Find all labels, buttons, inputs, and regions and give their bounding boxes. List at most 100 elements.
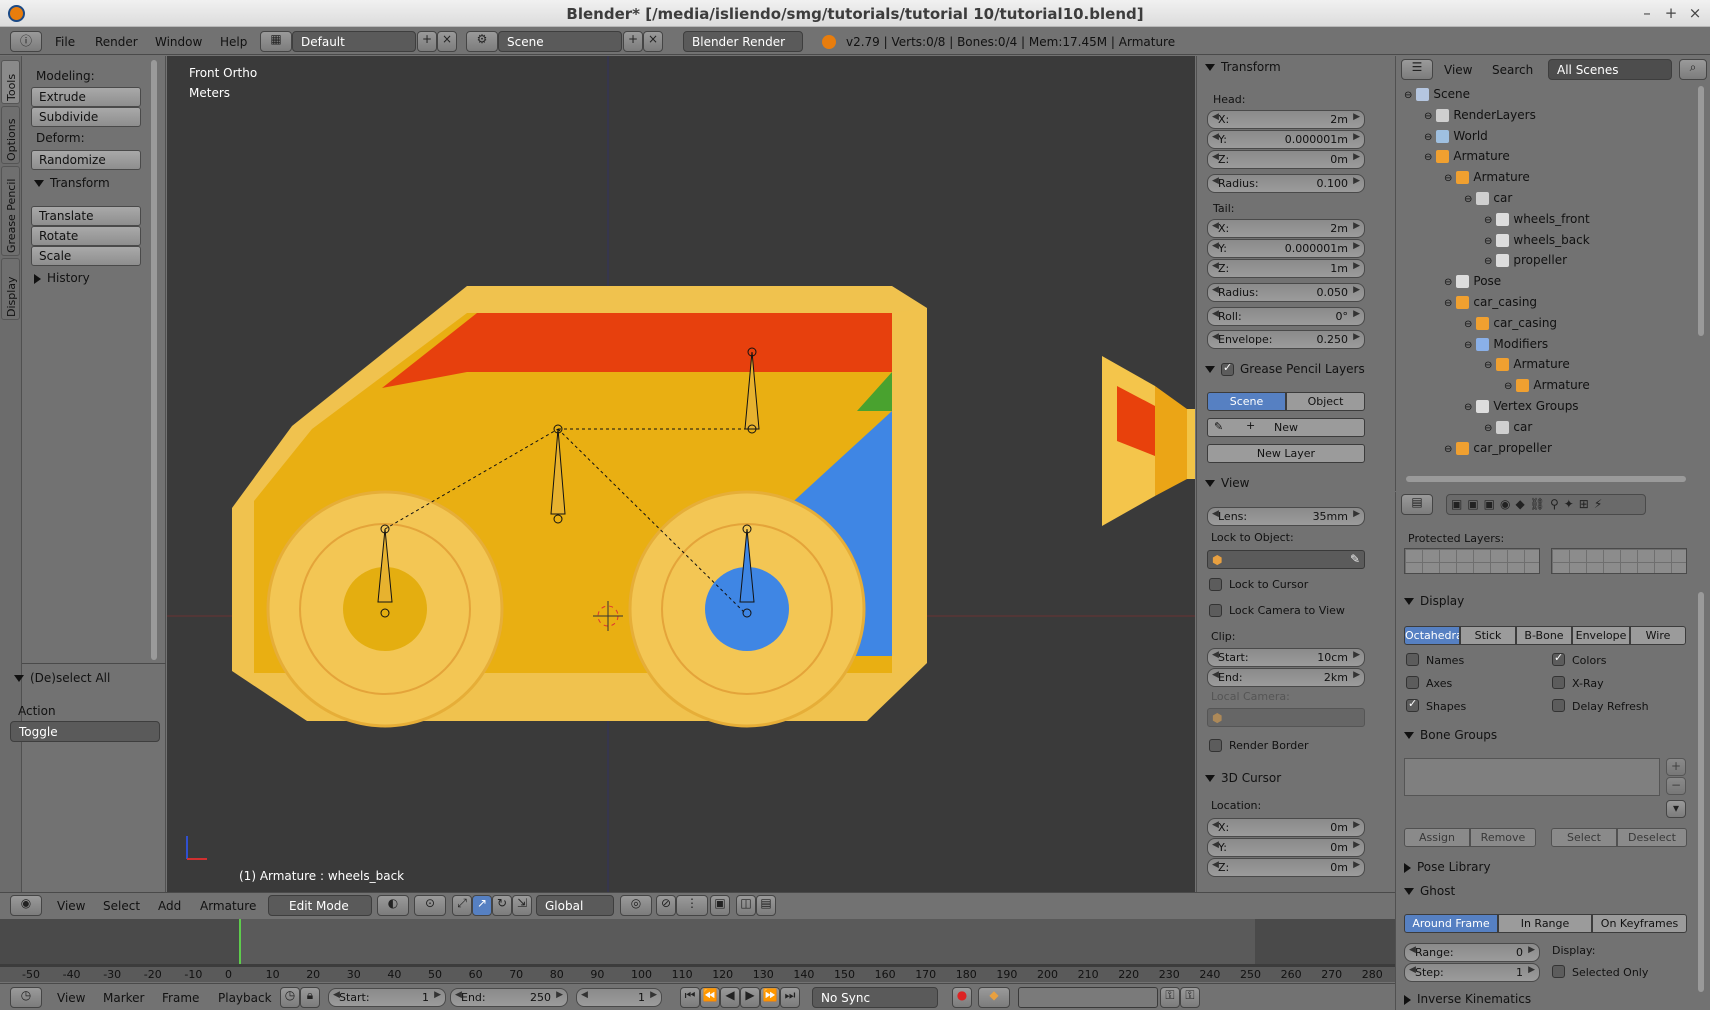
outliner-item[interactable]: ⊖ Armature — [1504, 378, 1590, 393]
deselect-all-panel-header[interactable]: (De)select All — [14, 671, 110, 685]
expand-toggle-icon[interactable]: ⊖ — [1444, 277, 1452, 288]
mode-select[interactable]: Edit Mode — [268, 895, 372, 916]
outliner-item[interactable]: ⊖ car_casing — [1444, 295, 1537, 309]
outliner-search-icon[interactable]: ⌕ — [1679, 59, 1707, 80]
scale-button[interactable]: Scale — [31, 246, 141, 266]
remove-button[interactable]: Remove — [1470, 828, 1536, 847]
cursor-y-field[interactable]: ◀ Y: 0m ▶ — [1207, 838, 1365, 857]
viewport-shading-icon[interactable]: ◐ — [377, 895, 409, 916]
cursor-x-field[interactable]: ◀ X: 0m ▶ — [1207, 818, 1365, 837]
outliner-item[interactable]: ⊖ Scene — [1404, 87, 1470, 101]
3d-view-editor-type-icon[interactable]: ◉ — [10, 895, 42, 916]
lock-camera-checkbox[interactable] — [1209, 604, 1222, 617]
transform-orientation-select[interactable]: Global — [536, 895, 614, 916]
jump-start-icon[interactable]: ⏮ — [680, 987, 700, 1008]
timeline-editor-type-icon[interactable]: ◷ — [10, 987, 42, 1008]
tab-grease-pencil[interactable]: Grease Pencil — [1, 166, 20, 256]
expand-toggle-icon[interactable]: ⊖ — [1464, 402, 1472, 413]
tail-x-field[interactable]: ◀ X: 2m ▶ — [1207, 219, 1365, 238]
expand-toggle-icon[interactable]: ⊖ — [1464, 319, 1472, 330]
gp-new-button[interactable]: ✎ + New — [1207, 418, 1365, 437]
tail-radius-field[interactable]: ◀ Radius: 0.050 ▶ — [1207, 283, 1365, 302]
tail-z-field[interactable]: ◀ Z: 1m ▶ — [1207, 259, 1365, 278]
tab-display[interactable]: Display — [1, 258, 20, 320]
expand-toggle-icon[interactable]: ⊖ — [1424, 132, 1432, 143]
gp-scene-tab[interactable]: Scene — [1207, 392, 1286, 411]
insert-keyframe-icon[interactable]: ⚿ — [1160, 987, 1180, 1008]
expand-toggle-icon[interactable]: ⊖ — [1484, 256, 1492, 267]
render-border-checkbox[interactable] — [1209, 739, 1222, 752]
transform-panel-header[interactable]: Transform — [1205, 60, 1281, 74]
menu-render[interactable]: Render — [95, 35, 138, 49]
bone-group-menu-icon[interactable]: ▾ — [1666, 800, 1686, 818]
ghost-around-frame[interactable]: Around Frame — [1404, 914, 1498, 933]
bone-groups-list[interactable] — [1404, 758, 1660, 796]
outliner-item[interactable]: ⊖ car_casing — [1464, 316, 1557, 330]
selected-only-checkbox[interactable] — [1552, 965, 1565, 978]
display-wire[interactable]: Wire — [1630, 626, 1686, 645]
play-icon[interactable]: ▶ — [740, 987, 760, 1008]
scene-icon[interactable]: ⚙ — [466, 31, 498, 52]
timeline-menu-playback[interactable]: Playback — [218, 991, 272, 1005]
outliner-item[interactable]: ⊖ car_propeller — [1444, 441, 1552, 455]
tab-tools[interactable]: Tools — [1, 60, 20, 104]
outliner-item[interactable]: ⊖ Armature — [1484, 357, 1570, 372]
pivot-point-icon[interactable]: ⊙ — [414, 895, 446, 916]
colors-checkbox[interactable] — [1552, 651, 1565, 666]
3d-menu-view[interactable]: View — [57, 899, 85, 913]
outliner-item[interactable]: ⊖ Vertex Groups — [1464, 399, 1579, 413]
outliner-item[interactable]: ⊖ Pose — [1444, 274, 1501, 289]
grease-pencil-layers-header[interactable]: Grease Pencil Layers — [1205, 361, 1365, 376]
assign-button[interactable]: Assign — [1404, 828, 1470, 847]
current-frame-field[interactable]: ◀ 1 ▶ — [576, 988, 662, 1007]
head-z-field[interactable]: ◀ Z: 0m ▶ — [1207, 150, 1365, 169]
protected-layers-grid-a[interactable] — [1404, 548, 1540, 574]
deselect-button[interactable]: Deselect — [1617, 828, 1687, 847]
close-icon[interactable]: × — [1684, 4, 1706, 22]
render-engine-select[interactable]: Blender Render — [683, 31, 803, 52]
expand-toggle-icon[interactable]: ⊖ — [1444, 173, 1452, 184]
menu-window[interactable]: Window — [155, 35, 202, 49]
remove-layout-icon[interactable]: × — [437, 31, 457, 52]
opengl-animation-icon[interactable]: ▤ — [756, 895, 776, 916]
subdivide-button[interactable]: Subdivide — [31, 107, 141, 127]
expand-toggle-icon[interactable]: ⊖ — [1504, 381, 1512, 392]
jump-keyframe-back-icon[interactable]: ⏪ — [700, 987, 720, 1008]
delete-keyframe-icon[interactable]: ⚿ — [1180, 987, 1200, 1008]
end-frame-field[interactable]: ◀ End: 250 ▶ — [450, 988, 568, 1007]
expand-toggle-icon[interactable]: ⊖ — [1424, 111, 1432, 122]
clip-start-field[interactable]: ◀ Start: 10cm ▶ — [1207, 648, 1365, 667]
proportional-edit-icon[interactable]: ◎ — [620, 895, 652, 916]
rotate-manipulator-icon[interactable]: ↻ — [492, 895, 512, 916]
translate-button[interactable]: Translate — [31, 206, 141, 226]
lens-field[interactable]: ◀ Lens: 35mm ▶ — [1207, 507, 1365, 526]
delay-refresh-checkbox[interactable] — [1552, 699, 1565, 712]
gp-object-tab[interactable]: Object — [1286, 392, 1365, 411]
outliner-editor-type-icon[interactable]: ☰ — [1401, 59, 1433, 80]
ghost-in-range[interactable]: In Range — [1498, 914, 1592, 933]
timeline-menu-view[interactable]: View — [57, 991, 85, 1005]
outliner-item[interactable]: ⊖ wheels_front — [1484, 212, 1590, 226]
clip-end-field[interactable]: ◀ End: 2km ▶ — [1207, 668, 1365, 687]
editor-type-info-icon[interactable]: ⓘ — [10, 31, 42, 52]
maximize-icon[interactable]: + — [1660, 4, 1682, 22]
outliner-menu-search[interactable]: Search — [1492, 63, 1533, 77]
screen-layout-select[interactable]: Default — [292, 31, 416, 52]
bone-groups-panel-header[interactable]: Bone Groups — [1404, 728, 1497, 742]
envelope-field[interactable]: ◀ Envelope: 0.250 ▶ — [1207, 330, 1365, 349]
car-model[interactable] — [232, 286, 1195, 728]
ghost-panel-header[interactable]: Ghost — [1404, 884, 1455, 898]
head-x-field[interactable]: ◀ X: 2m ▶ — [1207, 110, 1365, 129]
expand-toggle-icon[interactable]: ⊖ — [1484, 236, 1492, 247]
snap-target-icon[interactable]: ▣ — [710, 895, 730, 916]
jump-keyframe-forward-icon[interactable]: ⏩ — [760, 987, 780, 1008]
roll-field[interactable]: ◀ Roll: 0° ▶ — [1207, 307, 1365, 326]
expand-toggle-icon[interactable]: ⊖ — [1424, 152, 1432, 163]
outliner-item[interactable]: ⊖ wheels_back — [1484, 233, 1590, 247]
timeline-menu-marker[interactable]: Marker — [103, 991, 144, 1005]
display-panel-header[interactable]: Display — [1404, 594, 1464, 608]
tab-options[interactable]: Options — [1, 106, 20, 164]
start-frame-field[interactable]: ◀ Start: 1 ▶ — [328, 988, 446, 1007]
lock-range-icon[interactable]: 🔒︎ — [300, 987, 320, 1008]
properties-vscrollbar[interactable] — [1698, 592, 1704, 992]
